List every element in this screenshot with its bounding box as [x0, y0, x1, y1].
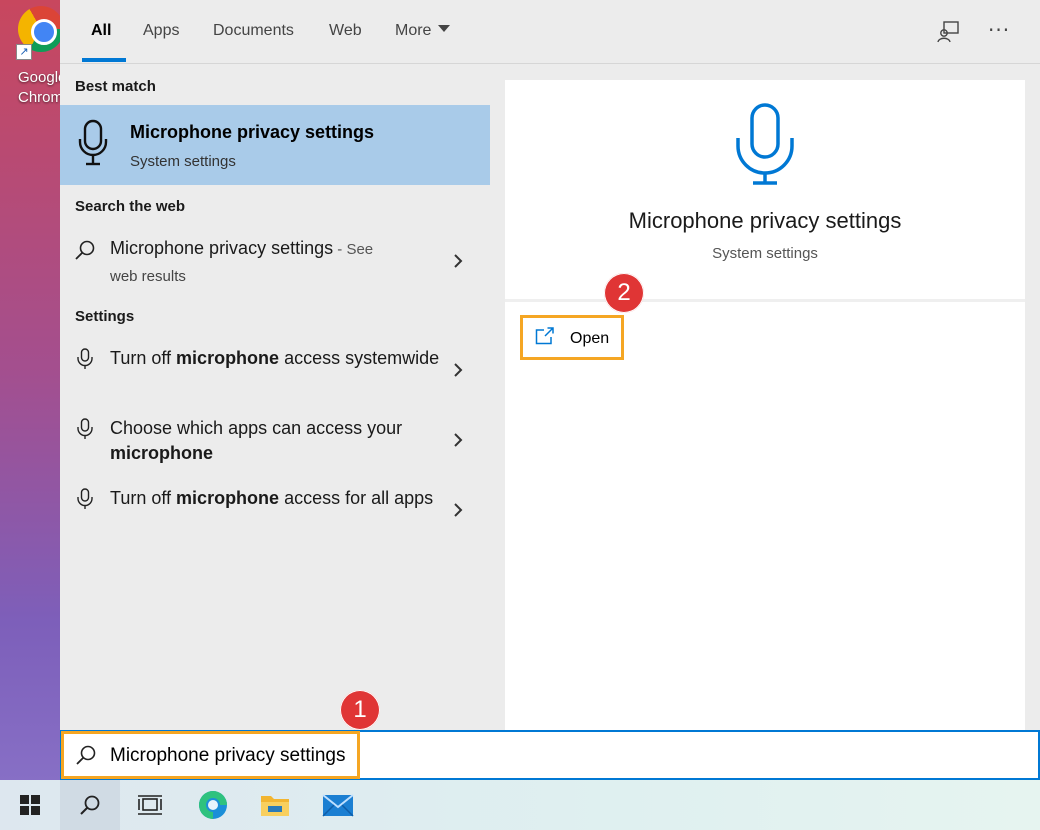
detail-divider — [505, 299, 1025, 302]
label-part: Turn off — [110, 488, 177, 508]
detail-title: Microphone privacy settings — [628, 208, 902, 233]
chevron-right-icon[interactable] — [452, 502, 464, 518]
detail-pane: Microphone privacy settings System setti… — [505, 80, 1025, 730]
label-part: Choose which apps can access your — [110, 418, 403, 438]
tab-more-label: More — [395, 22, 432, 39]
microphone-icon — [77, 348, 93, 369]
file-explorer-icon — [261, 796, 289, 816]
label-bold: microphone — [110, 443, 214, 463]
mail-button[interactable] — [308, 780, 368, 830]
open-external-icon — [535, 327, 554, 345]
chevron-down-icon — [438, 25, 451, 32]
tab-web[interactable]: Web — [329, 22, 362, 40]
label-part: access systemwide — [279, 348, 440, 368]
more-options-icon[interactable]: ··· — [988, 18, 1010, 42]
settings-item-label: Turn off microphone access for all apps — [110, 486, 440, 511]
label-part: Turn off — [110, 348, 177, 368]
best-match-subtitle: System settings — [130, 153, 236, 170]
settings-item-turn-off-systemwide[interactable]: Turn off microphone access systemwide — [60, 345, 490, 405]
chevron-right-icon[interactable] — [452, 253, 464, 269]
microphone-icon — [78, 119, 108, 166]
mail-icon — [322, 794, 354, 817]
web-result-text: Microphone privacy settings - See web res… — [110, 236, 440, 289]
tab-all[interactable]: All — [91, 22, 111, 40]
taskbar-search-button[interactable] — [60, 780, 120, 830]
settings-item-choose-apps[interactable]: Choose which apps can access your microp… — [60, 415, 490, 475]
web-result-query: Microphone privacy settings — [110, 238, 334, 258]
open-button[interactable]: Open — [520, 315, 624, 360]
task-view-icon — [138, 795, 162, 815]
search-web-header: Search the web — [75, 198, 186, 215]
best-match-title: Microphone privacy settings — [130, 122, 375, 142]
search-icon — [76, 745, 96, 765]
web-result-sub: web results — [110, 268, 186, 285]
open-button-label: Open — [570, 330, 610, 347]
start-icon — [20, 795, 40, 815]
label-part: access for all apps — [279, 488, 434, 508]
web-result-item[interactable]: Microphone privacy settings - See web res… — [60, 233, 490, 291]
settings-item-label: Choose which apps can access your microp… — [110, 416, 440, 466]
detail-subtitle: System settings — [712, 245, 818, 262]
microphone-icon — [77, 418, 93, 439]
edge-button[interactable] — [183, 780, 243, 830]
task-view-button[interactable] — [120, 780, 180, 830]
results-list: Best match Microphone privacy settings S… — [60, 65, 490, 730]
feedback-icon[interactable] — [936, 20, 960, 44]
file-explorer-button[interactable] — [245, 780, 305, 830]
edge-icon — [199, 791, 227, 819]
chevron-right-icon[interactable] — [452, 432, 464, 448]
search-panel: All Apps Documents Web More ··· Best mat… — [60, 0, 1040, 780]
tab-documents[interactable]: Documents — [213, 22, 294, 40]
tab-apps[interactable]: Apps — [143, 22, 179, 40]
step-badge-1: 1 — [340, 690, 380, 730]
web-result-suffix: - See — [333, 241, 374, 258]
settings-header: Settings — [75, 308, 135, 325]
desktop-shortcut-chrome[interactable]: ↗ Google Chrome — [0, 0, 71, 110]
settings-item-label: Turn off microphone access systemwide — [110, 346, 440, 371]
best-match-header: Best match — [75, 78, 156, 95]
settings-item-turn-off-all-apps[interactable]: Turn off microphone access for all apps — [60, 485, 490, 545]
search-tabs-bar: All Apps Documents Web More ··· — [60, 0, 1040, 64]
start-button[interactable] — [0, 780, 60, 830]
step-badge-2: 2 — [604, 273, 644, 313]
label-bold: microphone — [176, 348, 280, 368]
taskbar — [0, 780, 1040, 830]
tab-all-underline — [82, 58, 126, 62]
search-input-value[interactable]: Microphone privacy settings — [110, 745, 346, 767]
label-bold: microphone — [176, 488, 280, 508]
shortcut-arrow-icon: ↗ — [16, 44, 32, 60]
best-match-item[interactable]: Microphone privacy settings System setti… — [60, 105, 490, 185]
search-icon — [75, 240, 95, 260]
chevron-right-icon[interactable] — [452, 362, 464, 378]
search-icon — [80, 795, 100, 815]
tab-more[interactable]: More — [395, 22, 451, 40]
microphone-icon — [77, 488, 93, 509]
microphone-icon — [736, 103, 794, 185]
